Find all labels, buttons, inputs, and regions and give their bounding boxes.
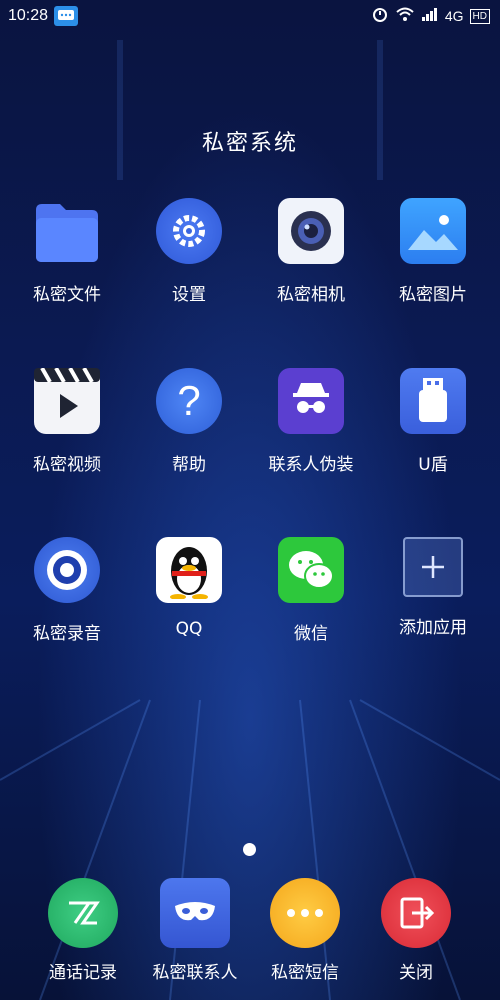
qq-penguin-icon: [156, 537, 222, 603]
contact-mask-icon: [160, 878, 230, 948]
status-bar: 10:28 4G HD: [0, 0, 500, 34]
app-label: 私密相机: [277, 285, 345, 305]
app-label: 私密文件: [33, 285, 101, 305]
app-private-pictures[interactable]: 私密图片: [373, 198, 493, 305]
message-dots-icon: [270, 878, 340, 948]
app-add-app[interactable]: 添加应用: [373, 537, 493, 638]
question-glyph: ?: [177, 377, 201, 424]
exit-icon: [381, 878, 451, 948]
network-type: 4G: [444, 8, 464, 24]
video-clapper-icon: [34, 368, 100, 434]
call-log-icon: [48, 878, 118, 948]
dock-close[interactable]: 关闭: [356, 878, 476, 983]
wechat-icon: [278, 537, 344, 603]
app-label: U盾: [418, 455, 448, 475]
app-label: 私密视频: [33, 455, 101, 475]
usb-shield-icon: [400, 368, 466, 434]
app-label: 设置: [172, 285, 206, 305]
dock-label: 通话记录: [49, 963, 117, 983]
app-label: QQ: [175, 619, 203, 639]
message-notification-icon: [54, 6, 78, 26]
dock-private-messages[interactable]: 私密短信: [245, 878, 365, 983]
app-private-camera[interactable]: 私密相机: [251, 198, 371, 305]
signal-icon: [421, 6, 439, 26]
app-settings[interactable]: 设置: [129, 198, 249, 305]
wifi-icon: [395, 6, 415, 26]
gear-icon: [156, 198, 222, 264]
app-u-shield[interactable]: U盾: [373, 368, 493, 475]
app-label: 添加应用: [399, 618, 467, 638]
spy-mask-icon: [278, 368, 344, 434]
app-private-video[interactable]: 私密视频: [7, 368, 127, 475]
app-contact-disguise[interactable]: 联系人伪装: [251, 368, 371, 475]
app-label: 联系人伪装: [268, 455, 354, 475]
dock-call-log[interactable]: 通话记录: [23, 878, 143, 983]
app-help[interactable]: ? 帮助: [129, 368, 249, 475]
page-indicator-dot: [243, 843, 256, 856]
alarm-icon: [371, 5, 389, 27]
question-icon: ?: [156, 368, 222, 434]
picture-icon: [400, 198, 466, 264]
dock-label: 私密短信: [271, 963, 339, 983]
folder-icon: [34, 198, 100, 264]
dock-label: 私密联系人: [152, 963, 238, 983]
app-qq[interactable]: QQ: [129, 537, 249, 639]
dock-private-contacts[interactable]: 私密联系人: [135, 878, 255, 983]
app-private-recorder[interactable]: 私密录音: [7, 537, 127, 644]
app-label: 帮助: [172, 455, 206, 475]
hd-badge: HD: [469, 8, 490, 24]
plus-icon: [403, 537, 463, 597]
dock-label: 关闭: [399, 963, 433, 983]
app-wechat[interactable]: 微信: [251, 537, 371, 644]
app-label: 私密图片: [399, 285, 467, 305]
status-time: 10:28: [8, 7, 49, 24]
app-label: 私密录音: [33, 624, 101, 644]
app-label: 微信: [294, 624, 328, 644]
camera-icon: [278, 198, 344, 264]
app-private-files[interactable]: 私密文件: [7, 198, 127, 305]
folder-title: 私密系统: [201, 131, 298, 156]
recorder-icon: [34, 537, 100, 603]
